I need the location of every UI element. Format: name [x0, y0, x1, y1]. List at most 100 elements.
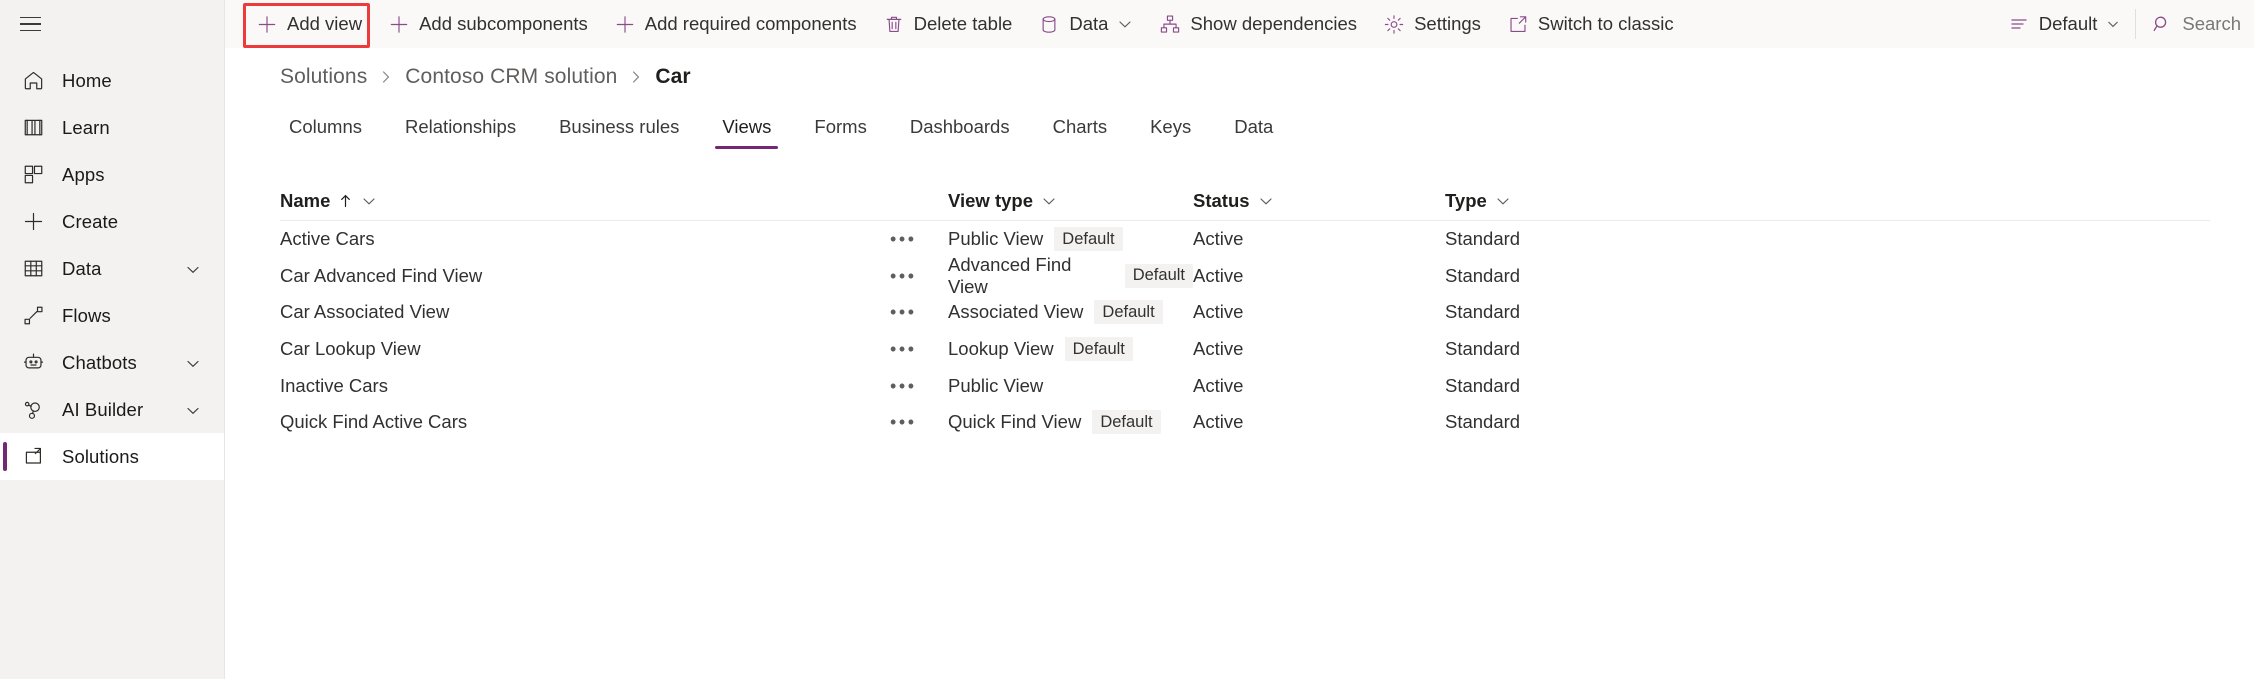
chevron-down-icon[interactable]: [1041, 193, 1057, 209]
view-type-label: Associated View: [948, 301, 1083, 323]
row-more-options-button[interactable]: •••: [890, 307, 948, 317]
table-row[interactable]: Car Advanced Find View•••Advanced Find V…: [280, 258, 2210, 295]
table-row[interactable]: Quick Find Active Cars•••Quick Find View…: [280, 404, 2210, 441]
sidebar-item-label: Apps: [62, 164, 105, 186]
settings-button[interactable]: Settings: [1370, 0, 1494, 48]
chevron-down-icon[interactable]: [1258, 193, 1274, 209]
ellipsis-icon[interactable]: •••: [890, 344, 917, 354]
command-label: Show dependencies: [1190, 13, 1357, 35]
apps-icon: [22, 163, 50, 187]
ellipsis-icon[interactable]: •••: [890, 307, 917, 317]
chevron-down-icon: [1117, 16, 1133, 32]
row-more-options-button[interactable]: •••: [890, 344, 948, 354]
column-header-status[interactable]: Status: [1193, 190, 1445, 212]
cell-status: Active: [1193, 375, 1445, 397]
chevron-down-icon[interactable]: [1495, 193, 1511, 209]
sidebar-item-label: Create: [62, 211, 118, 233]
chevron-down-icon[interactable]: [361, 193, 377, 209]
sidebar-item-create[interactable]: Create: [0, 198, 224, 245]
table-row[interactable]: Car Lookup View•••Lookup ViewDefaultActi…: [280, 331, 2210, 368]
chevron-down-icon[interactable]: [185, 261, 200, 276]
book-icon: [22, 116, 50, 140]
row-more-options-button[interactable]: •••: [890, 234, 948, 244]
chevron-down-icon: [2106, 17, 2120, 31]
sidebar-item-flows[interactable]: Flows: [0, 292, 224, 339]
sidebar-item-learn[interactable]: Learn: [0, 104, 224, 151]
ellipsis-icon[interactable]: •••: [890, 417, 917, 427]
breadcrumb-link[interactable]: Solutions: [280, 65, 367, 89]
row-more-options-button[interactable]: •••: [890, 417, 948, 427]
sidebar-item-ai-builder[interactable]: AI Builder: [0, 386, 224, 433]
view-type-label: Advanced Find View: [948, 254, 1114, 298]
cell-status: Active: [1193, 265, 1445, 287]
view-selector-button[interactable]: Default: [1995, 0, 2134, 48]
cell-view-type: Advanced Find ViewDefault: [948, 254, 1193, 298]
cell-view-name[interactable]: Car Associated View: [280, 301, 890, 323]
breadcrumb-link[interactable]: Contoso CRM solution: [405, 65, 617, 89]
sidebar-item-chatbots[interactable]: Chatbots: [0, 339, 224, 386]
command-toolbar: Add viewAdd subcomponents Add required co…: [225, 0, 2254, 48]
cell-view-name[interactable]: Car Advanced Find View: [280, 265, 890, 287]
cell-view-name[interactable]: Quick Find Active Cars: [280, 411, 890, 433]
hamburger-icon[interactable]: [20, 17, 41, 32]
tab-forms[interactable]: Forms: [805, 116, 875, 149]
flows-icon: [22, 304, 50, 328]
sidebar-item-solutions[interactable]: Solutions: [0, 433, 224, 480]
chevron-down-icon[interactable]: [185, 355, 200, 370]
column-header-view-type[interactable]: View type: [948, 190, 1193, 212]
ellipsis-icon[interactable]: •••: [890, 271, 917, 281]
table-row[interactable]: Active Cars•••Public ViewDefaultActiveSt…: [280, 221, 2210, 258]
tab-charts[interactable]: Charts: [1044, 116, 1117, 149]
switch-to-classic-button[interactable]: Switch to classic: [1494, 0, 1687, 48]
table-row[interactable]: Inactive Cars•••Public ViewActiveStandar…: [280, 367, 2210, 404]
row-more-options-button[interactable]: •••: [890, 381, 948, 391]
database-icon: [1038, 13, 1060, 35]
tab-dashboards[interactable]: Dashboards: [901, 116, 1019, 149]
command-label: Add required components: [645, 13, 857, 35]
plus-icon: [614, 13, 636, 35]
chevron-down-icon[interactable]: [185, 402, 200, 417]
cell-view-name[interactable]: Inactive Cars: [280, 375, 890, 397]
cell-status: Active: [1193, 301, 1445, 323]
cell-type: Standard: [1445, 228, 1695, 250]
table-row[interactable]: Car Associated View••• Associated ViewDef…: [280, 294, 2210, 331]
cell-view-type: Associated ViewDefault: [948, 300, 1193, 324]
cell-type: Standard: [1445, 301, 1695, 323]
cell-view-name[interactable]: Active Cars: [280, 228, 890, 250]
ellipsis-icon[interactable]: •••: [890, 381, 917, 391]
sidebar-item-home[interactable]: Home: [0, 57, 224, 104]
show-dependencies-button[interactable]: Show dependencies: [1146, 0, 1370, 48]
column-header-type[interactable]: Type: [1445, 190, 1695, 212]
view-type-label: Public View: [948, 375, 1043, 397]
search-icon: [2151, 13, 2173, 35]
data-button[interactable]: Data: [1025, 0, 1146, 48]
status-badge: Default: [1065, 337, 1133, 361]
add-view-button[interactable]: Add view: [243, 0, 375, 48]
toolbar-divider: [2135, 9, 2136, 39]
trash-icon: [883, 13, 905, 35]
sidebar-item-label: Chatbots: [62, 352, 137, 374]
add-required-components-button[interactable]: Add required components: [601, 0, 870, 48]
tab-columns[interactable]: Columns: [280, 116, 371, 149]
column-header-name[interactable]: Name: [280, 190, 948, 212]
tab-data[interactable]: Data: [1225, 116, 1282, 149]
search-button[interactable]: Search: [2138, 0, 2254, 48]
sidebar-item-apps[interactable]: Apps: [0, 151, 224, 198]
tab-business-rules[interactable]: Business rules: [550, 116, 688, 149]
add-subcomponents-button[interactable]: Add subcomponents: [375, 0, 601, 48]
ellipsis-icon[interactable]: •••: [890, 234, 917, 244]
status-badge: Default: [1054, 227, 1122, 251]
delete-table-button[interactable]: Delete table: [870, 0, 1026, 48]
solutions-icon: [22, 445, 50, 469]
cell-view-name[interactable]: Car Lookup View: [280, 338, 890, 360]
row-more-options-button[interactable]: •••: [890, 271, 948, 281]
tab-relationships[interactable]: Relationships: [396, 116, 525, 149]
grid-body: Active Cars•••Public ViewDefaultActiveSt…: [280, 221, 2210, 441]
tab-keys[interactable]: Keys: [1141, 116, 1200, 149]
sidebar-item-data[interactable]: Data: [0, 245, 224, 292]
table-icon: [22, 257, 50, 281]
tab-views[interactable]: Views: [713, 116, 780, 149]
cell-view-type: Public View: [948, 375, 1193, 397]
left-navigation-sidebar: HomeLearn Apps Create Data Flows Chatbots AI B…: [0, 0, 225, 679]
sidebar-item-label: Flows: [62, 305, 111, 327]
